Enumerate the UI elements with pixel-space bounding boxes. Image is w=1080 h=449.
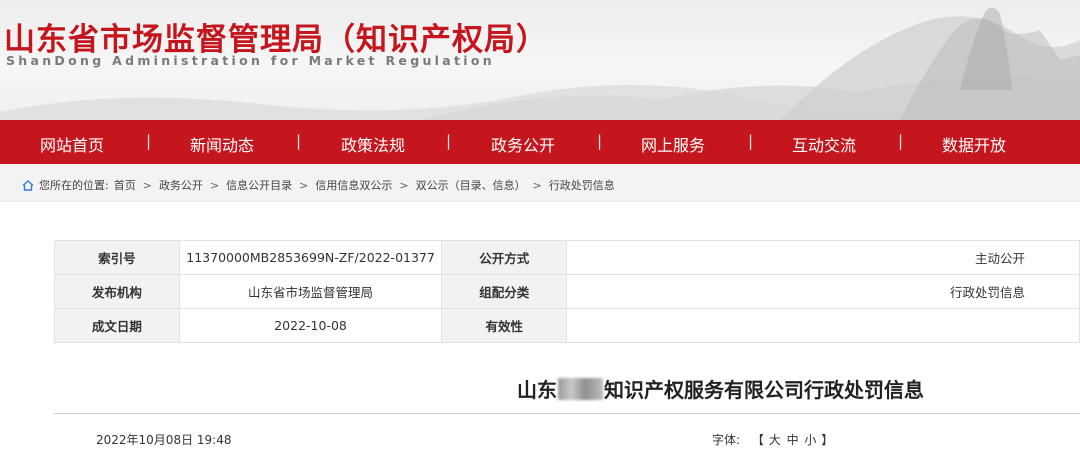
breadcrumb-bar: 您所在的位置: 首页 > 政务公开 > 信息公开目录 > 信用信息双公示 > 双… xyxy=(0,164,1080,202)
date-value: 2022-10-08 xyxy=(178,308,443,343)
nav-item-policy[interactable]: 政策法规 xyxy=(341,132,405,156)
category-value: 行政处罚信息 xyxy=(566,274,1080,309)
bracket-close: 】 xyxy=(821,433,834,447)
publish-method-value: 主动公开 xyxy=(566,240,1080,275)
breadcrumb-penalty-info[interactable]: 行政处罚信息 xyxy=(549,177,615,193)
header-banner: 山东省市场监督管理局（知识产权局） ShanDong Administratio… xyxy=(0,0,1080,120)
article-title: 山东 知识产权服务有限公司行政处罚信息 xyxy=(517,374,924,403)
validity-label: 有效性 xyxy=(441,308,568,343)
redacted-text-block xyxy=(558,377,603,400)
breadcrumb-prefix: 您所在的位置: xyxy=(39,179,109,192)
title-divider xyxy=(54,413,1080,414)
font-size-label: 字体: xyxy=(712,433,741,447)
site-subtitle: ShanDong Administration for Market Regul… xyxy=(6,53,495,68)
nav-item-open-data[interactable]: 数据开放 xyxy=(942,132,1006,156)
main-nav: 网站首页 | 新闻动态 | 政策法规 | 政务公开 | 网上服务 | 互动交流 … xyxy=(0,120,1080,164)
nav-item-home[interactable]: 网站首页 xyxy=(40,132,104,156)
issuer-label: 发布机构 xyxy=(54,274,180,309)
breadcrumb-government-affairs[interactable]: 政务公开 xyxy=(159,177,203,193)
article-title-suffix: 知识产权服务有限公司行政处罚信息 xyxy=(604,378,924,402)
nav-separator: | xyxy=(146,132,152,150)
document-info-table: 索引号 11370000MB2853699N-ZF/2022-01377 公开方… xyxy=(54,240,1080,343)
font-medium-button[interactable]: 中 xyxy=(787,433,799,447)
nav-item-interaction[interactable]: 互动交流 xyxy=(792,132,856,156)
font-small-button[interactable]: 小 xyxy=(804,433,816,447)
breadcrumb-home[interactable]: 首页 xyxy=(114,177,136,193)
index-label: 索引号 xyxy=(54,240,180,275)
bracket-open: 【 xyxy=(751,433,764,447)
issuer-value: 山东省市场监督管理局 xyxy=(178,274,443,309)
nav-item-online-service[interactable]: 网上服务 xyxy=(641,132,705,156)
publish-time: 2022年10月08日 19:48 xyxy=(96,433,232,447)
nav-separator: | xyxy=(597,132,603,150)
nav-item-government-affairs[interactable]: 政务公开 xyxy=(491,132,555,156)
table-row: 发布机构 山东省市场监督管理局 组配分类 行政处罚信息 xyxy=(54,274,1080,309)
breadcrumb-separator: > xyxy=(142,178,152,192)
breadcrumb-separator: > xyxy=(209,178,220,192)
date-label: 成文日期 xyxy=(54,308,180,343)
font-large-button[interactable]: 大 xyxy=(769,433,781,447)
home-icon xyxy=(22,179,34,191)
breadcrumb-double-publicity[interactable]: 双公示（目录、信息） xyxy=(416,177,526,193)
nav-separator: | xyxy=(296,132,302,150)
table-row: 成文日期 2022-10-08 有效性 xyxy=(54,308,1080,343)
breadcrumb-credit-info[interactable]: 信用信息双公示 xyxy=(315,177,392,193)
nav-item-news[interactable]: 新闻动态 xyxy=(190,132,254,156)
nav-separator: | xyxy=(446,132,452,150)
breadcrumb-info-catalog[interactable]: 信息公开目录 xyxy=(226,177,292,193)
nav-separator: | xyxy=(898,132,904,150)
table-row: 索引号 11370000MB2853699N-ZF/2022-01377 公开方… xyxy=(54,240,1080,275)
font-size-control: 字体: 【 大 中 小 】 xyxy=(712,431,833,448)
breadcrumb-separator: > xyxy=(532,178,542,192)
publish-method-label: 公开方式 xyxy=(441,240,568,275)
article-title-prefix: 山东 xyxy=(517,378,557,402)
breadcrumb: 您所在的位置: 首页 > 政务公开 > 信息公开目录 > 信用信息双公示 > 双… xyxy=(22,177,615,193)
index-value: 11370000MB2853699N-ZF/2022-01377 xyxy=(178,240,443,275)
category-label: 组配分类 xyxy=(441,274,568,309)
breadcrumb-separator: > xyxy=(399,178,409,192)
nav-separator: | xyxy=(748,132,754,150)
validity-value xyxy=(566,308,1080,343)
breadcrumb-separator: > xyxy=(299,178,309,192)
